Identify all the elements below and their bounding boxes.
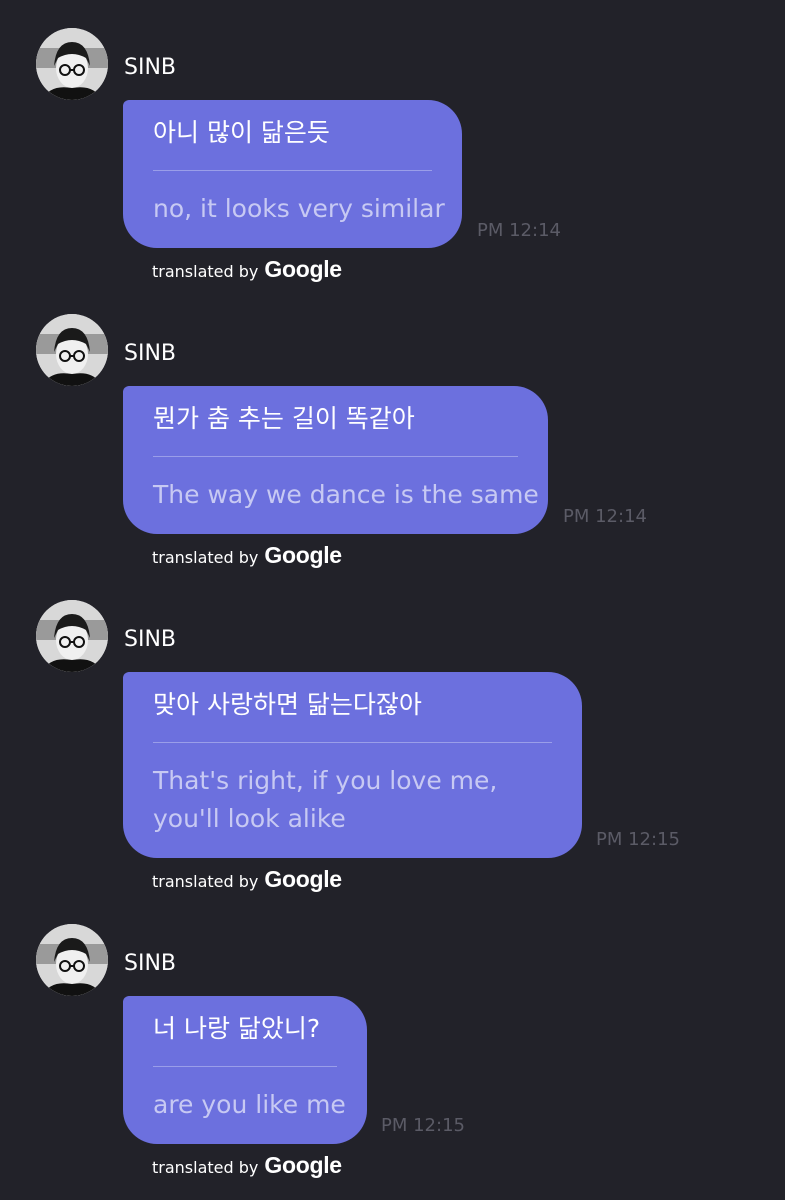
google-logo: Google (264, 866, 342, 892)
translated-line: The way we dance is the same (153, 480, 539, 509)
sender-name: SINB (124, 341, 177, 366)
translation-credit: translated by Google (152, 256, 342, 283)
sender-name: SINB (124, 627, 177, 652)
profile-photo-icon (36, 600, 108, 672)
credit-prefix: translated by (152, 872, 259, 891)
chat-message: SINB 아니 많이 닮은듯 no, it looks very similar… (0, 28, 785, 288)
credit-prefix: translated by (152, 548, 259, 567)
profile-photo-icon (36, 314, 108, 386)
original-text: 너 나랑 닮았니? (153, 1014, 321, 1043)
message-bubble[interactable]: 아니 많이 닮은듯 no, it looks very similar (123, 100, 462, 248)
bubble-divider (153, 1066, 337, 1067)
profile-photo-icon (36, 28, 108, 100)
sender-avatar[interactable] (36, 314, 108, 386)
google-logo: Google (264, 542, 342, 568)
translated-text: The way we dance is the same (153, 476, 539, 514)
google-logo: Google (264, 1152, 342, 1178)
translated-text: That's right, if you love me, you'll loo… (153, 762, 552, 838)
sender-avatar[interactable] (36, 28, 108, 100)
sender-name: SINB (124, 55, 177, 80)
bubble-divider (153, 742, 552, 743)
bubble-divider (153, 170, 432, 171)
message-bubble[interactable]: 너 나랑 닮았니? are you like me (123, 996, 367, 1144)
translated-line: That's right, if you love me, (153, 766, 498, 795)
message-bubble[interactable]: 뭔가 춤 추는 길이 똑같아 The way we dance is the s… (123, 386, 548, 534)
chat-message: SINB 맞아 사랑하면 닮는다잖아 That's right, if you … (0, 600, 785, 900)
translated-text: no, it looks very similar (153, 190, 445, 228)
bubble-divider (153, 456, 518, 457)
original-text: 아니 많이 닮은듯 (153, 118, 330, 147)
message-timestamp: PM 12:15 (596, 829, 680, 850)
profile-photo-icon (36, 924, 108, 996)
sender-avatar[interactable] (36, 924, 108, 996)
translated-line: you'll look alike (153, 804, 346, 833)
translation-credit: translated by Google (152, 866, 342, 893)
message-timestamp: PM 12:15 (381, 1115, 465, 1136)
message-timestamp: PM 12:14 (477, 220, 561, 241)
message-timestamp: PM 12:14 (563, 506, 647, 527)
message-bubble[interactable]: 맞아 사랑하면 닮는다잖아 That's right, if you love … (123, 672, 582, 858)
sender-name: SINB (124, 951, 177, 976)
translation-credit: translated by Google (152, 1152, 342, 1179)
chat-message: SINB 너 나랑 닮았니? are you like me PM 12:15 … (0, 924, 785, 1184)
google-logo: Google (264, 256, 342, 282)
credit-prefix: translated by (152, 262, 259, 281)
chat-message: SINB 뭔가 춤 추는 길이 똑같아 The way we dance is … (0, 314, 785, 574)
translated-line: are you like me (153, 1090, 346, 1119)
original-text: 맞아 사랑하면 닮는다잖아 (153, 690, 422, 719)
translated-line: no, it looks very similar (153, 194, 445, 223)
original-text: 뭔가 춤 추는 길이 똑같아 (153, 404, 415, 433)
credit-prefix: translated by (152, 1158, 259, 1177)
translated-text: are you like me (153, 1086, 346, 1124)
translation-credit: translated by Google (152, 542, 342, 569)
sender-avatar[interactable] (36, 600, 108, 672)
